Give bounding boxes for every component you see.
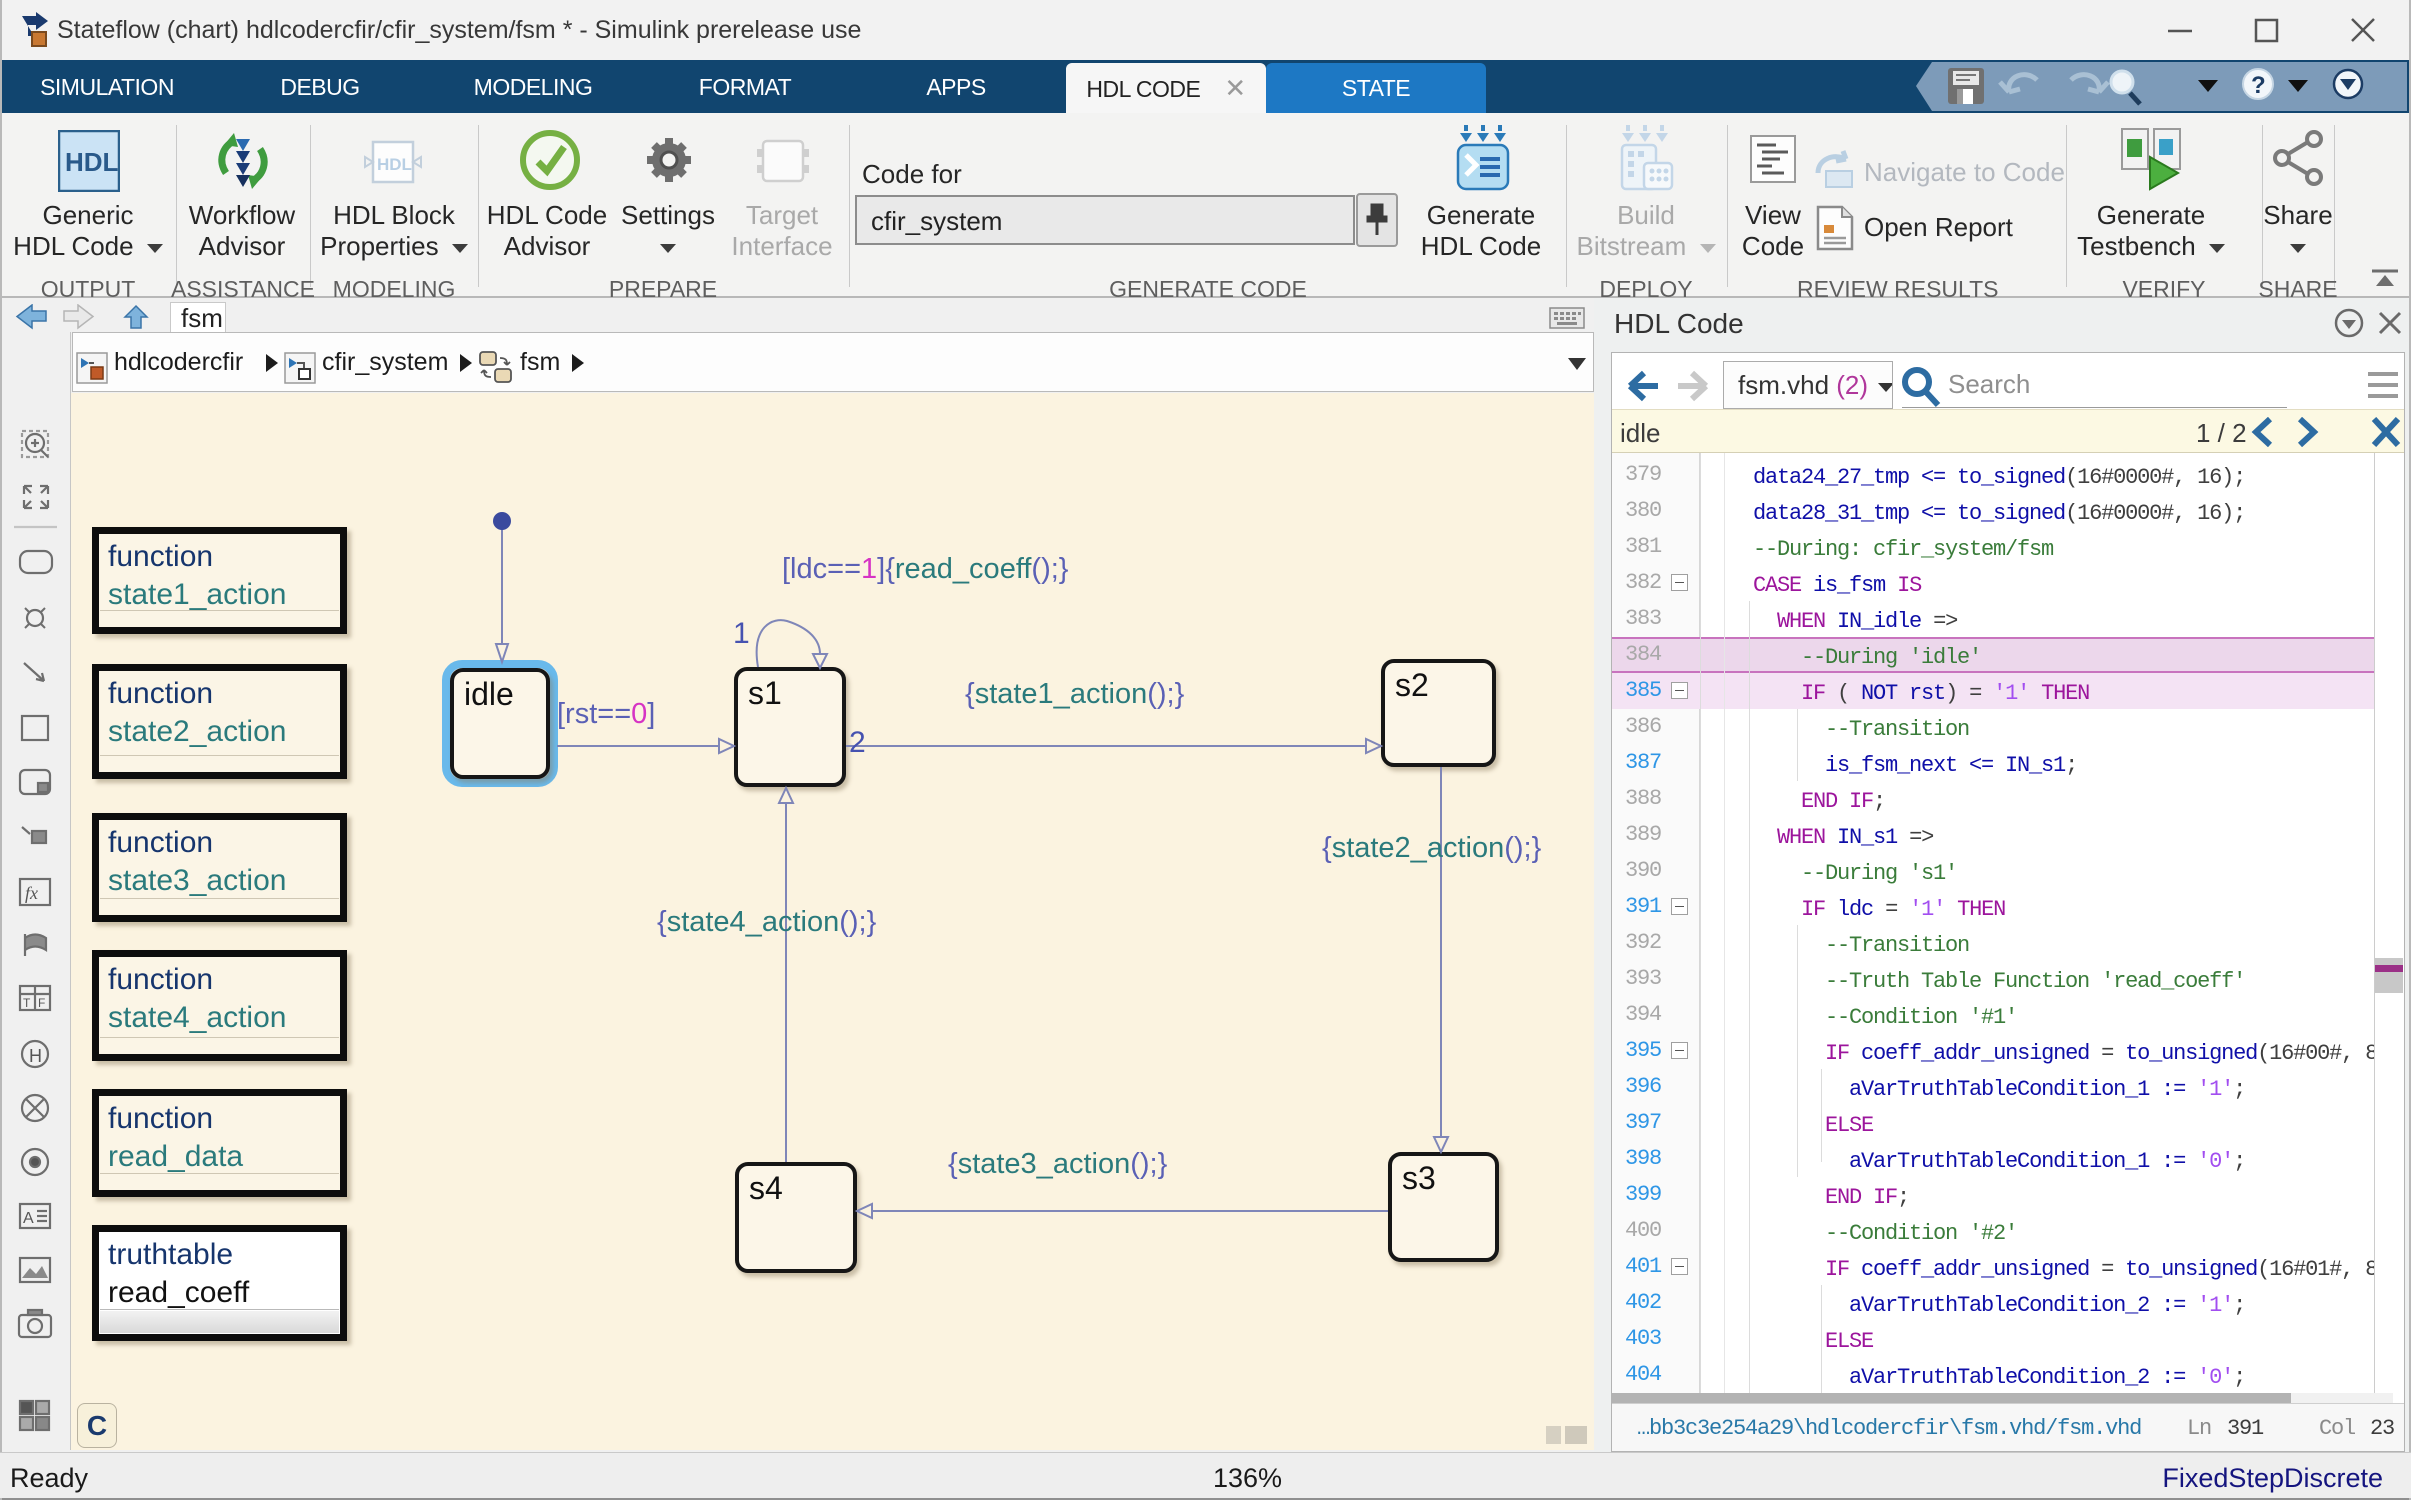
svg-text:T: T xyxy=(23,996,31,1010)
svg-text:fx: fx xyxy=(25,883,38,903)
svg-text:HDL: HDL xyxy=(65,147,119,177)
svg-text:F: F xyxy=(38,996,45,1010)
svg-text:HDL: HDL xyxy=(377,155,412,174)
svg-text:?: ? xyxy=(2251,72,2266,99)
svg-text:A: A xyxy=(23,1210,34,1227)
svg-text:H: H xyxy=(29,1046,42,1066)
